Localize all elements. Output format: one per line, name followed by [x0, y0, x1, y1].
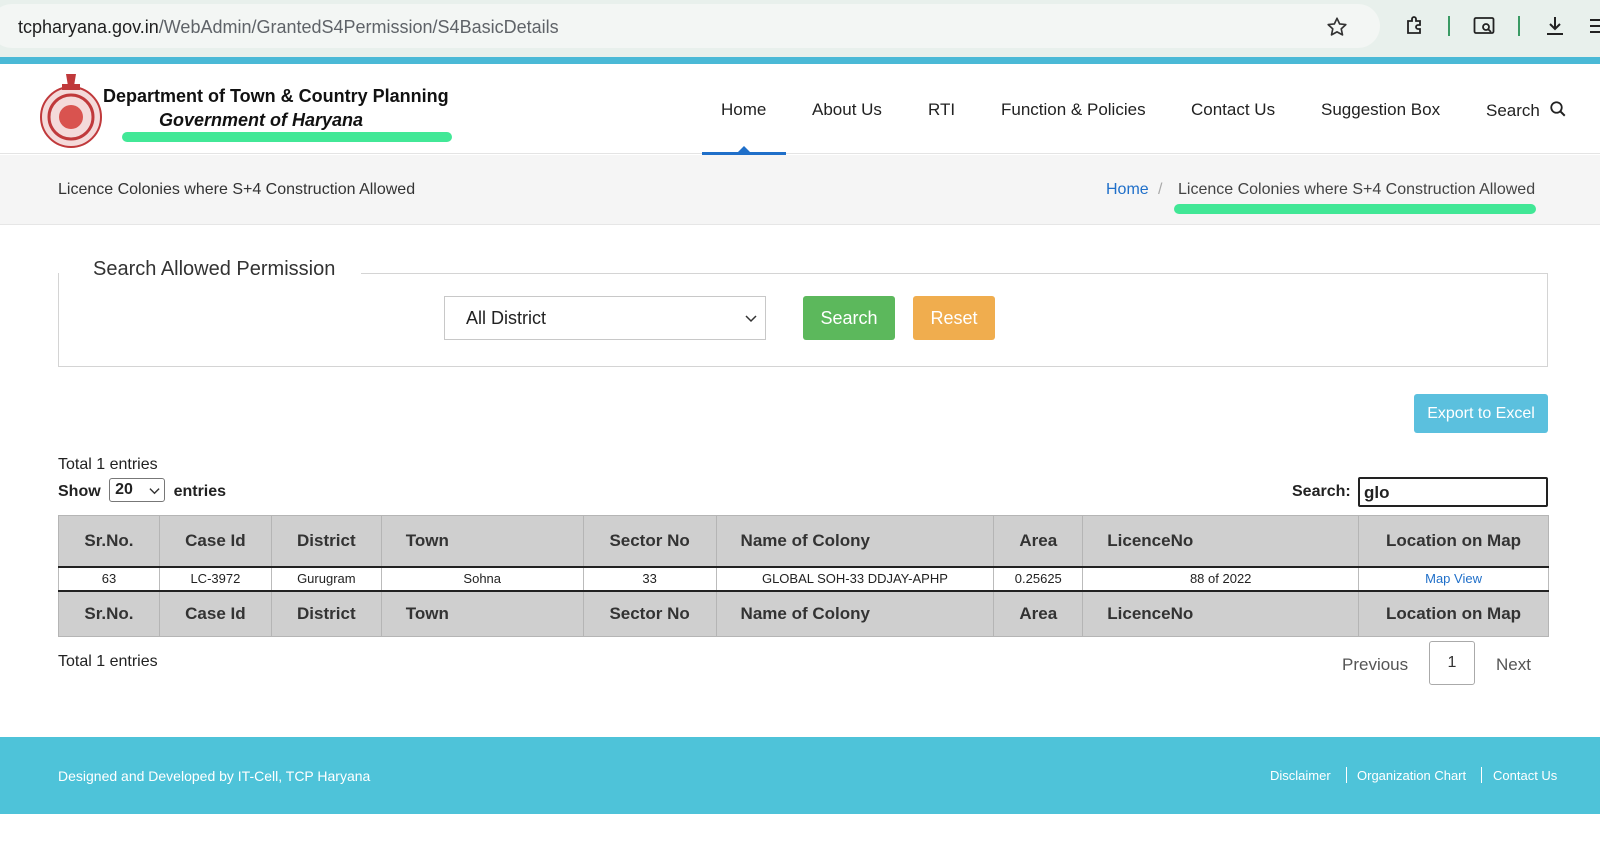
foot-header-sr-no: Sr.No. [58, 590, 160, 637]
breadcrumb-separator: / [1158, 181, 1163, 198]
page-length-value: 20 [115, 481, 133, 498]
col-header-colony[interactable]: Name of Colony [715, 515, 995, 567]
col-header-district[interactable]: District [270, 515, 382, 567]
toolbar-divider [1448, 16, 1450, 36]
cast-search-icon[interactable] [1472, 14, 1496, 38]
nav-active-caret [738, 146, 750, 152]
foot-header-town: Town [380, 590, 584, 637]
nav-search-label: Search [1486, 101, 1540, 120]
department-name: Department of Town & Country Planning [103, 86, 449, 106]
pagination-next[interactable]: Next [1496, 655, 1531, 675]
export-to-excel-button[interactable]: Export to Excel [1414, 394, 1548, 433]
search-panel-legend: Search Allowed Permission [59, 258, 362, 281]
cell-area: 0.25625 [993, 565, 1084, 592]
search-button[interactable]: Search [803, 296, 895, 340]
foot-header-district: District [270, 590, 382, 637]
toolbar-divider [1518, 16, 1520, 36]
browser-toolbar: tcpharyana.gov.in/WebAdmin/GrantedS4Perm… [0, 0, 1600, 57]
breadcrumb-band: Licence Colonies where S+4 Construction … [0, 155, 1600, 225]
download-icon[interactable] [1543, 14, 1567, 38]
district-selected-value: All District [466, 308, 546, 328]
nav-contact-us[interactable]: Contact Us [1191, 100, 1275, 120]
breadcrumb-current: Licence Colonies where S+4 Construction … [1178, 181, 1536, 198]
total-entries-bottom: Total 1 entries [58, 653, 158, 670]
show-label: Show [58, 483, 101, 501]
cell-licence-no: 88 of 2022 [1082, 565, 1360, 592]
pagination-previous[interactable]: Previous [1342, 655, 1408, 675]
permissions-table: Sr.No. Case Id District Town Sector No N… [58, 515, 1549, 637]
table-search-input[interactable]: glo [1358, 477, 1548, 507]
search-icon [1549, 101, 1566, 117]
pagination-page-1[interactable]: 1 [1429, 641, 1475, 685]
url-path: /WebAdmin/GrantedS4Permission/S4BasicDet… [158, 17, 559, 37]
nav-home[interactable]: Home [721, 100, 766, 120]
page-title: Licence Colonies where S+4 Construction … [58, 181, 416, 198]
foot-header-colony: Name of Colony [715, 590, 995, 637]
nav-rti[interactable]: RTI [928, 100, 955, 120]
map-view-link[interactable]: Map View [1425, 571, 1482, 586]
url-text[interactable]: tcpharyana.gov.in/WebAdmin/GrantedS4Perm… [18, 17, 559, 38]
col-header-town[interactable]: Town [380, 515, 584, 567]
chevron-down-icon [745, 315, 757, 323]
search-permission-panel: Search Allowed Permission All District S… [58, 258, 1548, 367]
menu-icon[interactable] [1588, 14, 1600, 38]
total-entries-top: Total 1 entries [58, 456, 158, 473]
foot-header-licence-no: LicenceNo [1082, 590, 1360, 637]
col-header-licence-no[interactable]: LicenceNo [1082, 515, 1360, 567]
footer-divider [1346, 767, 1347, 783]
foot-header-location: Location on Map [1358, 590, 1549, 637]
table-footer-row: Sr.No. Case Id District Town Sector No N… [58, 590, 1549, 637]
cell-colony: GLOBAL SOH-33 DDJAY-APHP [715, 565, 995, 592]
col-header-location[interactable]: Location on Map [1358, 515, 1549, 567]
nav-about-us[interactable]: About Us [812, 100, 882, 120]
extensions-puzzle-icon[interactable] [1403, 14, 1427, 38]
footer-link-contact-us[interactable]: Contact Us [1493, 768, 1557, 783]
site-footer: Designed and Developed by IT-Cell, TCP H… [0, 737, 1600, 814]
footer-divider [1481, 767, 1482, 783]
col-header-sr-no[interactable]: Sr.No. [58, 515, 160, 567]
cell-town: Sohna [380, 565, 584, 592]
table-row: 63 LC-3972 Gurugram Sohna 33 GLOBAL SOH-… [58, 565, 1549, 592]
foot-header-sector-no: Sector No [582, 590, 717, 637]
page-length-control: Show 20 entries [58, 478, 227, 504]
foot-header-case-id: Case Id [158, 590, 272, 637]
col-header-case-id[interactable]: Case Id [158, 515, 272, 567]
url-host: tcpharyana.gov.in [18, 17, 159, 37]
haryana-emblem-logo[interactable] [38, 70, 104, 152]
bookmark-star-icon[interactable] [1326, 16, 1348, 38]
cell-location: Map View [1358, 565, 1549, 592]
foot-header-area: Area [993, 590, 1084, 637]
cell-sr-no: 63 [58, 565, 160, 592]
col-header-sector-no[interactable]: Sector No [582, 515, 717, 567]
reset-button[interactable]: Reset [913, 296, 995, 340]
entries-label: entries [173, 483, 227, 501]
page-length-select[interactable]: 20 [109, 478, 166, 502]
footer-credit: Designed and Developed by IT-Cell, TCP H… [58, 768, 371, 784]
cell-sector-no: 33 [582, 565, 717, 592]
chevron-down-icon [149, 488, 160, 495]
government-name: Government of Haryana [159, 110, 364, 130]
highlight-mark [122, 132, 452, 142]
breadcrumb-home-link[interactable]: Home [1106, 181, 1149, 199]
highlight-mark [1174, 204, 1536, 214]
col-header-area[interactable]: Area [993, 515, 1084, 567]
district-select[interactable]: All District [444, 296, 766, 340]
site-header: Department of Town & Country Planning Go… [0, 64, 1600, 155]
nav-function-policies[interactable]: Function & Policies [1001, 100, 1146, 120]
table-search-label: Search: [1292, 483, 1351, 500]
address-bar[interactable]: tcpharyana.gov.in/WebAdmin/GrantedS4Perm… [0, 4, 1380, 48]
table-header-row: Sr.No. Case Id District Town Sector No N… [58, 515, 1549, 567]
footer-link-disclaimer[interactable]: Disclaimer [1270, 768, 1331, 783]
footer-link-organization-chart[interactable]: Organization Chart [1357, 768, 1466, 783]
cell-district: Gurugram [270, 565, 382, 592]
nav-suggestion-box[interactable]: Suggestion Box [1321, 100, 1440, 120]
nav-search[interactable]: Search [1486, 100, 1567, 121]
top-accent-strip [0, 57, 1600, 64]
cell-case-id: LC-3972 [158, 565, 272, 592]
